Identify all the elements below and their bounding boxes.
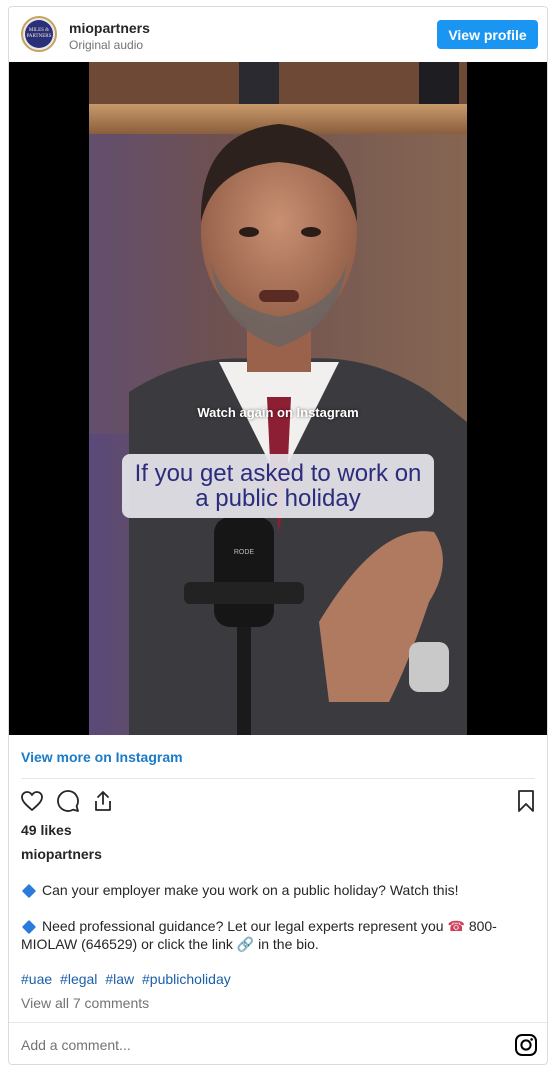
audio-label[interactable]: Original audio — [69, 38, 143, 52]
avatar[interactable]: MILES & PARTNERS — [21, 16, 57, 52]
caption-line: Need professional guidance? Let our lega… — [42, 918, 444, 934]
video-frame: RODE — [89, 62, 467, 735]
hashtags: #uae #legal #law #publicholiday — [21, 971, 235, 987]
add-comment-input[interactable]: Add a comment... — [21, 1037, 131, 1053]
comment-icon[interactable] — [55, 788, 81, 814]
hashtag-link[interactable]: #legal — [60, 971, 97, 987]
video-area[interactable]: RODE Watch again on Instagram If you get… — [9, 62, 547, 735]
action-bar — [9, 783, 547, 823]
view-comments-link[interactable]: View all 7 comments — [21, 995, 149, 1011]
heart-icon[interactable] — [19, 788, 45, 814]
caption-author[interactable]: miopartners — [21, 846, 102, 862]
caption-line: Can your employer make you work on a pub… — [42, 882, 459, 898]
hashtag-link[interactable]: #uae — [21, 971, 52, 987]
video-caption-box: If you get asked to work on a public hol… — [122, 454, 434, 518]
caption-paragraph: Need professional guidance? Let our lega… — [21, 917, 521, 953]
divider — [21, 778, 535, 779]
blue-diamond-icon — [21, 883, 37, 898]
view-profile-button[interactable]: View profile — [437, 20, 538, 49]
blue-diamond-icon — [21, 919, 37, 934]
view-more-link[interactable]: View more on Instagram — [21, 749, 183, 765]
avatar-logo: MILES & PARTNERS — [25, 20, 53, 48]
hashtag-link[interactable]: #publicholiday — [142, 971, 231, 987]
phone-icon: ☎ — [447, 918, 465, 934]
link-icon: 🔗 — [236, 936, 255, 952]
instagram-embed-card: MILES & PARTNERS miopartners Original au… — [8, 6, 548, 1065]
post-caption: Can your employer make you work on a pub… — [21, 881, 521, 971]
hashtag-link[interactable]: #law — [105, 971, 134, 987]
mic-brand-label: RODE — [234, 549, 255, 556]
caption-line: in the bio. — [258, 936, 319, 952]
divider — [9, 1022, 547, 1023]
caption-paragraph: Can your employer make you work on a pub… — [21, 881, 521, 899]
share-icon[interactable] — [90, 788, 116, 814]
post-header: MILES & PARTNERS miopartners Original au… — [9, 7, 547, 62]
likes-count[interactable]: 49 likes — [21, 822, 72, 838]
bookmark-icon[interactable] — [513, 788, 539, 814]
watch-again-link[interactable]: Watch again on Instagram — [89, 405, 467, 420]
instagram-icon[interactable] — [514, 1033, 538, 1057]
username[interactable]: miopartners — [69, 20, 150, 36]
